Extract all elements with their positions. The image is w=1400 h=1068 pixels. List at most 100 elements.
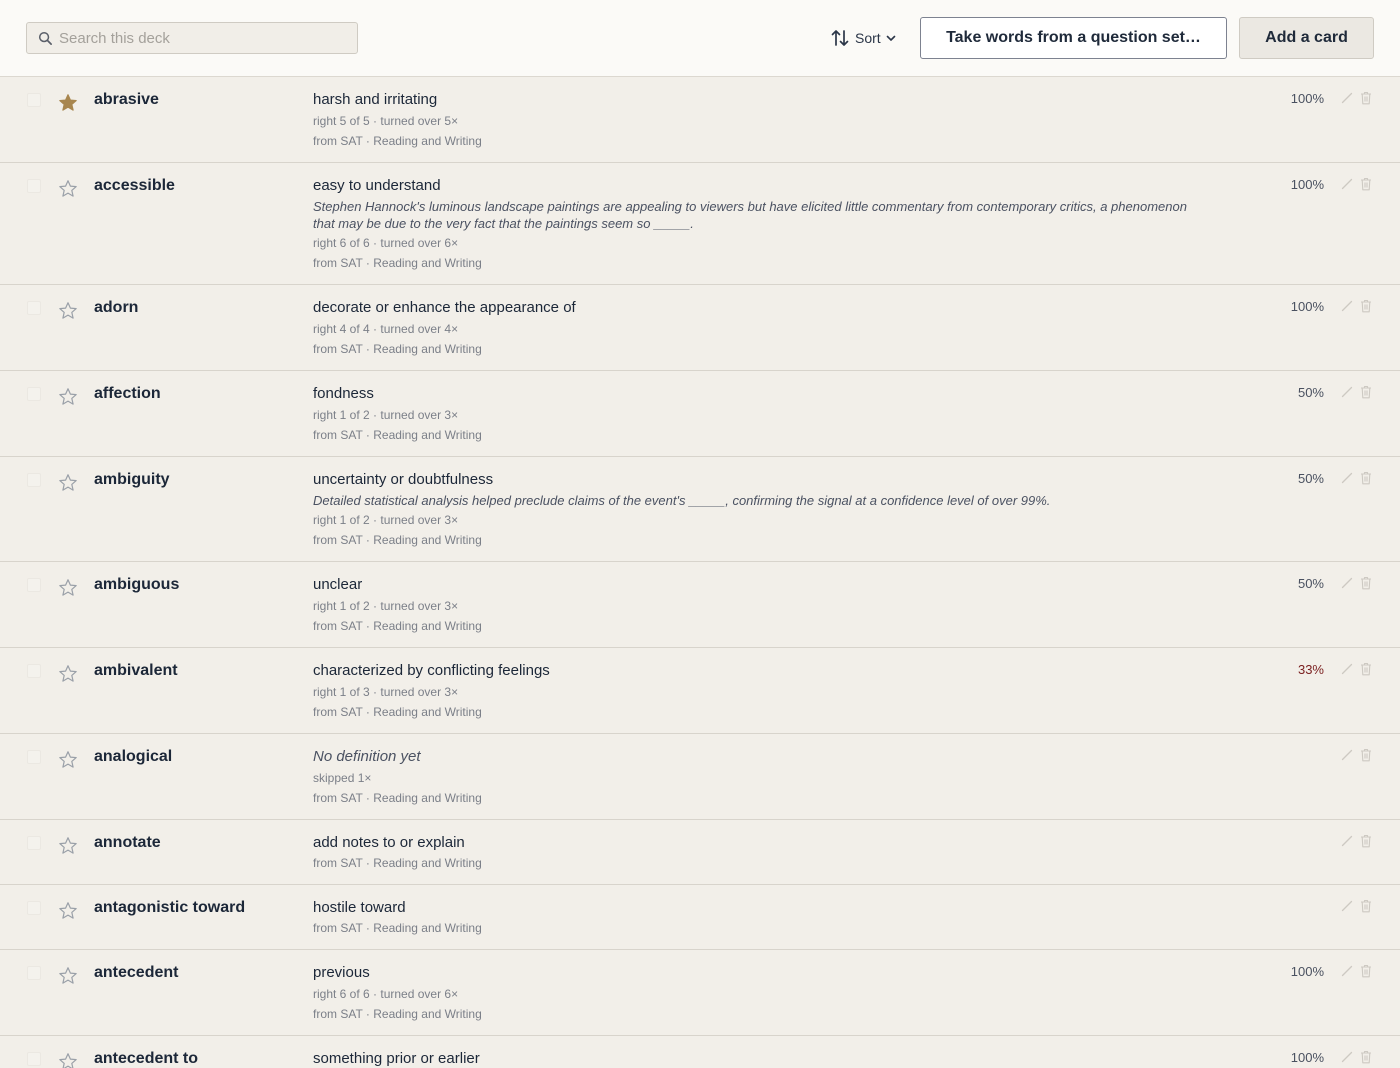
card-source: from SAT · Reading and Writing [313, 705, 482, 719]
card-term: analogical [94, 748, 173, 765]
select-checkbox[interactable] [27, 836, 41, 850]
card-definition: characterized by conflicting feelings [313, 662, 550, 679]
trash-icon[interactable] [1360, 471, 1372, 485]
card-definition: harsh and irritating [313, 91, 438, 108]
card-term: adorn [94, 299, 139, 316]
card-source: from SAT · Reading and Writing [313, 256, 482, 270]
card-stats: right 1 of 3 · turned over 3× [313, 685, 459, 699]
card-stats: right 1 of 2 · turned over 3× [313, 599, 459, 613]
select-checkbox[interactable] [27, 387, 41, 401]
select-checkbox[interactable] [27, 93, 41, 107]
edit-pencil-icon[interactable] [1341, 663, 1353, 675]
add-card-button[interactable]: Add a card [1239, 17, 1374, 59]
card-body: harsh and irritating right 5 of 5 · turne… [313, 90, 1193, 151]
star-outline-icon[interactable] [58, 578, 78, 598]
edit-pencil-icon[interactable] [1341, 386, 1353, 398]
star-outline-icon[interactable] [58, 473, 78, 493]
edit-pencil-icon[interactable] [1341, 835, 1353, 847]
trash-icon[interactable] [1360, 834, 1372, 848]
card-term: affection [94, 385, 161, 402]
star-outline-icon[interactable] [58, 750, 78, 770]
card-definition: hostile toward [313, 899, 406, 916]
card-term: annotate [94, 834, 161, 851]
edit-pencil-icon[interactable] [1341, 577, 1353, 589]
card-row: ambivalent characterized by conflicting f… [0, 648, 1400, 734]
card-stats: right 6 of 6 · turned over 6× [313, 236, 459, 250]
edit-pencil-icon[interactable] [1341, 472, 1353, 484]
select-checkbox[interactable] [27, 473, 41, 487]
card-stats: right 4 of 4 · turned over 4× [313, 322, 459, 336]
search-input[interactable] [59, 23, 349, 53]
card-definition: fondness [313, 385, 374, 402]
star-outline-icon[interactable] [58, 664, 78, 684]
card-body: unclear right 1 of 2 · turned over 3× from… [313, 575, 1193, 636]
edit-pencil-icon[interactable] [1341, 900, 1353, 912]
star-outline-icon[interactable] [58, 301, 78, 321]
select-checkbox[interactable] [27, 179, 41, 193]
card-score: 100% [1290, 964, 1324, 979]
star-outline-icon[interactable] [58, 179, 78, 199]
card-body: fondness right 1 of 2 · turned over 3× fro… [313, 384, 1193, 445]
sort-label: Sort [855, 30, 881, 46]
trash-icon[interactable] [1360, 662, 1372, 676]
card-term: antecedent to [94, 1050, 199, 1067]
card-list: abrasive harsh and irritating right 5 of 5… [0, 77, 1400, 1068]
sort-button[interactable]: Sort [830, 27, 896, 49]
trash-icon[interactable] [1360, 748, 1372, 762]
trash-icon[interactable] [1360, 385, 1372, 399]
card-term: accessible [94, 177, 175, 194]
edit-pencil-icon[interactable] [1341, 749, 1353, 761]
card-body: something prior or earlier [313, 1049, 1193, 1068]
trash-icon[interactable] [1360, 964, 1372, 978]
star-outline-icon[interactable] [58, 966, 78, 986]
search-box[interactable] [26, 22, 358, 54]
star-outline-icon[interactable] [58, 1052, 78, 1068]
card-row: adorn decorate or enhance the appearance … [0, 285, 1400, 371]
card-source: from SAT · Reading and Writing [313, 921, 482, 935]
card-row: antecedent previous right 6 of 6 · turned … [0, 950, 1400, 1036]
card-row: analogical No definition yet skipped 1× fro… [0, 734, 1400, 820]
star-filled-icon[interactable] [58, 93, 78, 113]
take-words-button[interactable]: Take words from a question set… [920, 17, 1227, 59]
star-outline-icon[interactable] [58, 901, 78, 921]
select-checkbox[interactable] [27, 750, 41, 764]
card-stats: right 5 of 5 · turned over 5× [313, 114, 459, 128]
card-term: ambivalent [94, 662, 178, 679]
edit-pencil-icon[interactable] [1341, 965, 1353, 977]
select-checkbox[interactable] [27, 301, 41, 315]
card-source: from SAT · Reading and Writing [313, 1007, 482, 1021]
select-checkbox[interactable] [27, 966, 41, 980]
select-checkbox[interactable] [27, 664, 41, 678]
trash-icon[interactable] [1360, 177, 1372, 191]
select-checkbox[interactable] [27, 578, 41, 592]
star-outline-icon[interactable] [58, 836, 78, 856]
card-row: antagonistic toward hostile toward from SA… [0, 885, 1400, 950]
trash-icon[interactable] [1360, 299, 1372, 313]
edit-pencil-icon[interactable] [1341, 1051, 1353, 1063]
card-row: abrasive harsh and irritating right 5 of 5… [0, 77, 1400, 163]
trash-icon[interactable] [1360, 91, 1372, 105]
trash-icon[interactable] [1360, 1050, 1372, 1064]
card-example: Stephen Hannock's luminous landscape pai… [313, 199, 1187, 231]
select-checkbox[interactable] [27, 901, 41, 915]
card-body: previous right 6 of 6 · turned over 6× fro… [313, 963, 1193, 1024]
card-term: ambiguous [94, 576, 180, 593]
card-term: abrasive [94, 91, 159, 108]
card-row: ambiguous unclear right 1 of 2 · turned ov… [0, 562, 1400, 648]
card-definition: decorate or enhance the appearance of [313, 299, 576, 316]
trash-icon[interactable] [1360, 899, 1372, 913]
card-body: No definition yet skipped 1× from SAT · Re… [313, 747, 1193, 808]
edit-pencil-icon[interactable] [1341, 178, 1353, 190]
edit-pencil-icon[interactable] [1341, 300, 1353, 312]
card-source: from SAT · Reading and Writing [313, 428, 482, 442]
card-definition: previous [313, 964, 370, 981]
card-score: 50% [1297, 385, 1324, 400]
card-body: characterized by conflicting feelings rig… [313, 661, 1193, 722]
trash-icon[interactable] [1360, 576, 1372, 590]
select-checkbox[interactable] [27, 1052, 41, 1066]
edit-pencil-icon[interactable] [1341, 92, 1353, 104]
star-outline-icon[interactable] [58, 387, 78, 407]
card-source: from SAT · Reading and Writing [313, 533, 482, 547]
card-definition: No definition yet [313, 748, 421, 765]
card-definition: uncertainty or doubtfulness [313, 471, 494, 488]
